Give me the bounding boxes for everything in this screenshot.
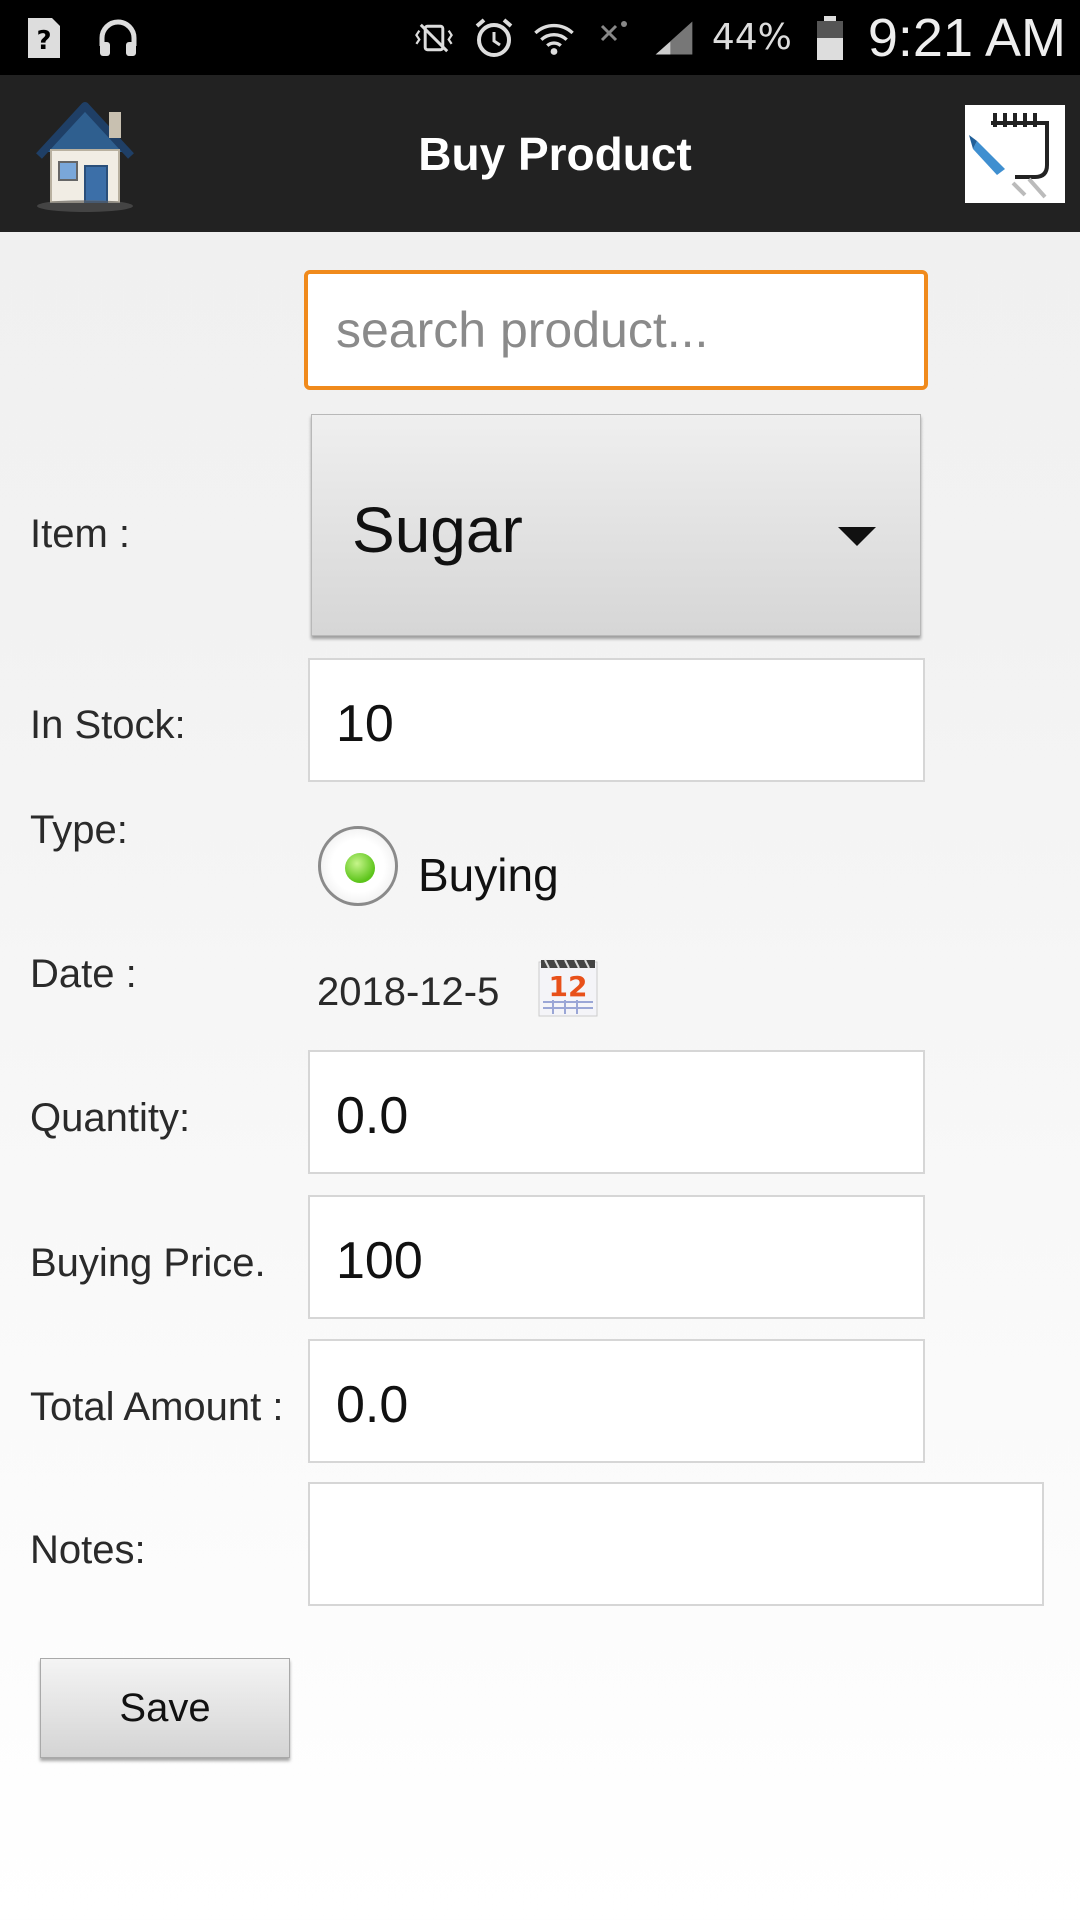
save-button[interactable]: Save bbox=[40, 1658, 290, 1758]
unknown-app-icon: ? bbox=[22, 14, 66, 62]
search-input[interactable] bbox=[304, 270, 928, 390]
quantity-field[interactable]: 0.0 bbox=[308, 1050, 925, 1174]
calendar-icon[interactable]: 12 bbox=[537, 956, 599, 1018]
headset-icon bbox=[96, 14, 140, 62]
app-bar: Buy Product bbox=[0, 75, 1080, 232]
calendar-icon-day: 12 bbox=[549, 970, 588, 1003]
notes-field[interactable] bbox=[308, 1482, 1044, 1606]
item-label: Item : bbox=[30, 512, 131, 556]
total-amount-field[interactable]: 0.0 bbox=[308, 1339, 925, 1463]
dropdown-arrow-icon bbox=[838, 527, 876, 546]
total-amount-label: Total Amount : bbox=[30, 1385, 284, 1429]
no-sim-icon bbox=[592, 14, 636, 62]
clock: 9:21 AM bbox=[867, 7, 1066, 68]
radio-selected-dot bbox=[345, 853, 375, 883]
date-label: Date : bbox=[30, 952, 137, 996]
notes-label: Notes: bbox=[30, 1528, 146, 1572]
item-dropdown-value: Sugar bbox=[352, 494, 523, 566]
quantity-label: Quantity: bbox=[30, 1096, 191, 1140]
in-stock-value: 10 bbox=[336, 695, 394, 753]
buying-price-value: 100 bbox=[336, 1232, 423, 1290]
item-dropdown[interactable]: Sugar bbox=[311, 414, 921, 636]
total-amount-value: 0.0 bbox=[336, 1376, 409, 1434]
edit-note-icon[interactable] bbox=[965, 105, 1065, 203]
battery-percent: 44% bbox=[711, 17, 792, 58]
date-value: 2018-12-5 bbox=[317, 970, 500, 1014]
quantity-value: 0.0 bbox=[336, 1087, 409, 1145]
in-stock-field[interactable]: 10 bbox=[308, 658, 925, 782]
alarm-icon bbox=[472, 14, 516, 62]
battery-icon bbox=[808, 14, 852, 62]
buying-radio[interactable] bbox=[318, 826, 398, 906]
buying-price-label: Buying Price. bbox=[30, 1241, 266, 1285]
vibrate-mute-icon bbox=[412, 14, 456, 62]
type-label: Type: bbox=[30, 808, 128, 852]
buying-radio-label[interactable]: Buying bbox=[418, 848, 559, 902]
svg-text:?: ? bbox=[36, 26, 51, 56]
wifi-icon bbox=[532, 14, 576, 62]
signal-icon bbox=[652, 14, 696, 62]
buying-price-field[interactable]: 100 bbox=[308, 1195, 925, 1319]
in-stock-label: In Stock: bbox=[30, 703, 186, 747]
status-bar: ? 44% 9:21 AM bbox=[0, 0, 1080, 75]
page-title: Buy Product bbox=[418, 128, 692, 180]
